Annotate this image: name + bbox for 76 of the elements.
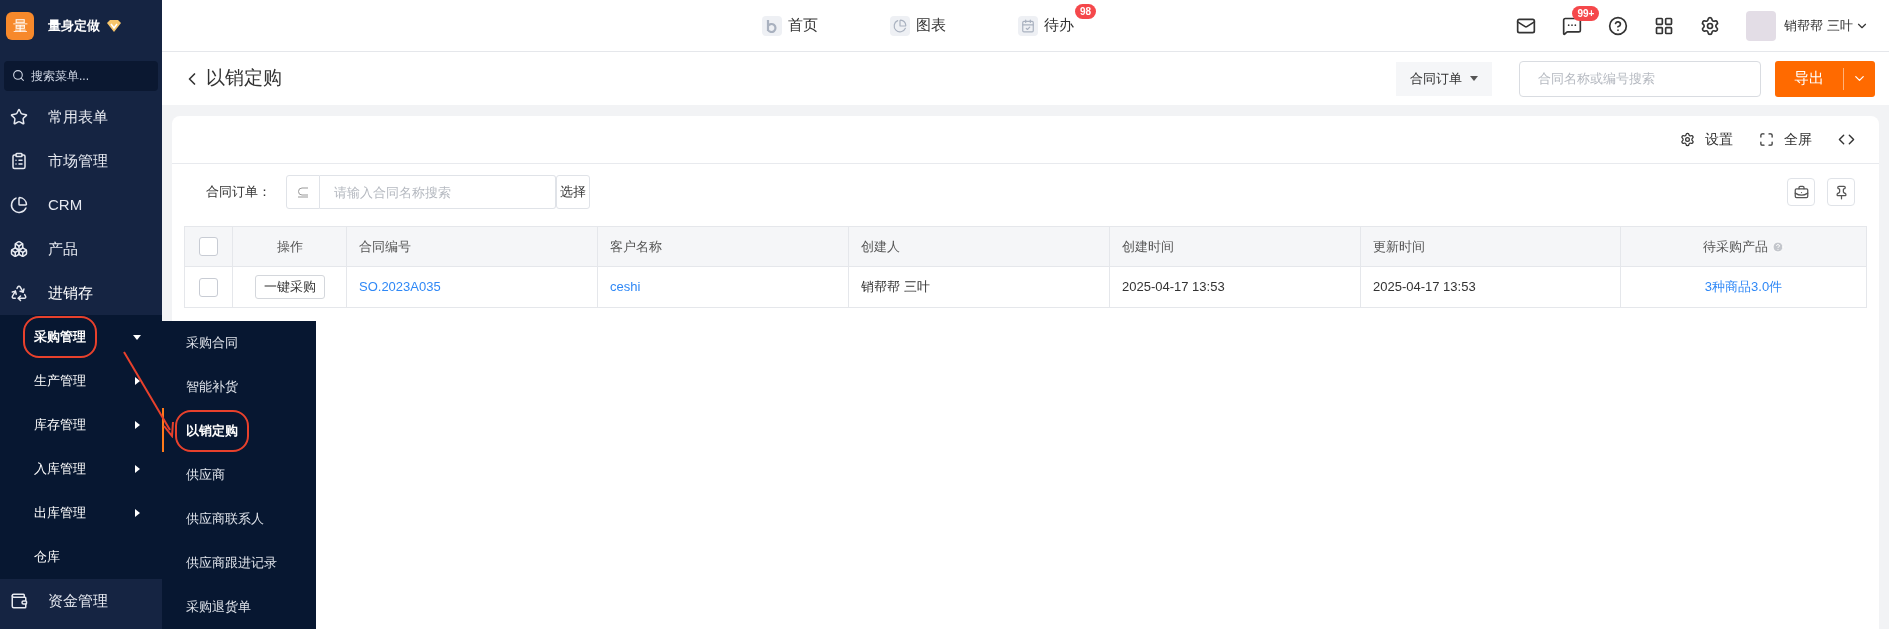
- table-link[interactable]: 3种商品3.0件: [1704, 277, 1783, 297]
- sidebar-item[interactable]: 市场管理: [0, 139, 162, 183]
- column-header: 创建人: [861, 237, 900, 256]
- submenu-item[interactable]: 采购管理: [0, 315, 162, 359]
- column-header: 客户名称: [610, 237, 662, 256]
- table-cell-text: 2025-04-17 13:53: [1373, 278, 1476, 297]
- table-link[interactable]: ceshi: [610, 277, 641, 297]
- column-header: 合同编号: [359, 237, 411, 256]
- sidebar-item[interactable]: 产品: [0, 227, 162, 271]
- caret-right-icon: [132, 464, 142, 474]
- table-link[interactable]: SO.2023A035: [359, 277, 441, 297]
- help-icon[interactable]: [1608, 15, 1629, 36]
- fullscreen-button[interactable]: 全屏: [1759, 129, 1812, 150]
- subset-icon: [286, 175, 320, 209]
- flyout-item[interactable]: 以销定购: [162, 409, 316, 453]
- pie-chart-icon: [10, 196, 28, 214]
- sidebar-item[interactable]: 常用表单: [0, 95, 162, 139]
- wallet-icon: [10, 592, 28, 610]
- count-badge: 98: [1074, 4, 1096, 20]
- submenu-item[interactable]: 仓库: [0, 535, 162, 579]
- caret-down-icon: [132, 332, 142, 342]
- submenu-item[interactable]: 生产管理: [0, 359, 162, 403]
- menu-search-field[interactable]: 搜索菜单...: [4, 61, 158, 91]
- clipboard-icon: [10, 152, 28, 170]
- nav-tab[interactable]: 图表: [890, 14, 946, 37]
- diamond-icon: [106, 19, 122, 33]
- user-name[interactable]: 销帮帮 三叶: [1784, 15, 1853, 36]
- contract-search-field[interactable]: 请输入合同名称搜索: [320, 175, 556, 209]
- search-icon: [12, 69, 25, 82]
- flyout-item[interactable]: 供应商联系人: [162, 497, 316, 541]
- table-cell-text: 销帮帮 三叶: [861, 278, 930, 297]
- fullscreen-icon: [1759, 132, 1774, 147]
- boxes-icon: [10, 240, 28, 258]
- flyout-item[interactable]: 采购合同: [162, 321, 316, 365]
- page-title: 以销定购: [206, 66, 282, 91]
- letter-b-icon: [762, 15, 782, 36]
- message-icon[interactable]: [1562, 15, 1583, 36]
- search-field[interactable]: 合同名称或编号搜索: [1519, 60, 1761, 97]
- pin-icon[interactable]: [1827, 178, 1855, 206]
- select-button[interactable]: 选择: [556, 175, 590, 209]
- one-click-purchase-button[interactable]: 一键采购: [254, 275, 325, 299]
- gear-icon: [1680, 132, 1695, 147]
- submenu-item[interactable]: 入库管理: [0, 447, 162, 491]
- column-header: 操作: [276, 237, 303, 256]
- submenu-item[interactable]: 库存管理: [0, 403, 162, 447]
- nav-tab[interactable]: 首页: [762, 14, 818, 37]
- brand-name: 量身定做: [48, 17, 100, 36]
- column-header: 更新时间: [1373, 237, 1425, 256]
- checkbox[interactable]: [199, 237, 218, 256]
- column-header: 待采购产品: [1703, 237, 1768, 256]
- filter-label: 合同订单：: [206, 183, 272, 202]
- briefcase-icon[interactable]: [1787, 178, 1815, 206]
- filter-dropdown[interactable]: 合同订单: [1396, 61, 1492, 96]
- pie-chart-icon: [890, 15, 910, 36]
- sidebar-item[interactable]: CRM: [0, 183, 162, 227]
- caret-right-icon: [132, 420, 142, 430]
- star-icon: [10, 108, 28, 126]
- checkbox[interactable]: [199, 277, 218, 297]
- settings-button[interactable]: 设置: [1680, 129, 1733, 150]
- cycle-icon: [10, 284, 28, 302]
- flyout-item[interactable]: 采购退货单: [162, 585, 316, 629]
- flyout-item[interactable]: 供应商: [162, 453, 316, 497]
- caret-right-icon: [132, 376, 142, 386]
- caret-right-icon: [132, 508, 142, 518]
- flyout-item[interactable]: 供应商跟进记录: [162, 541, 316, 585]
- settings-icon[interactable]: [1700, 15, 1721, 36]
- submenu-item[interactable]: 出库管理: [0, 491, 162, 535]
- table-cell-text: 2025-04-17 13:53: [1122, 278, 1225, 297]
- sidebar-item[interactable]: 资金管理: [0, 579, 162, 623]
- calendar-icon: [1018, 15, 1038, 36]
- caret-down-icon: [1470, 75, 1478, 82]
- grid-icon[interactable]: [1654, 15, 1675, 36]
- column-header: 创建时间: [1122, 237, 1174, 256]
- sidebar-item[interactable]: 进销存: [0, 271, 162, 315]
- flyout-item[interactable]: 智能补货: [162, 365, 316, 409]
- count-badge: 99+: [1572, 5, 1600, 21]
